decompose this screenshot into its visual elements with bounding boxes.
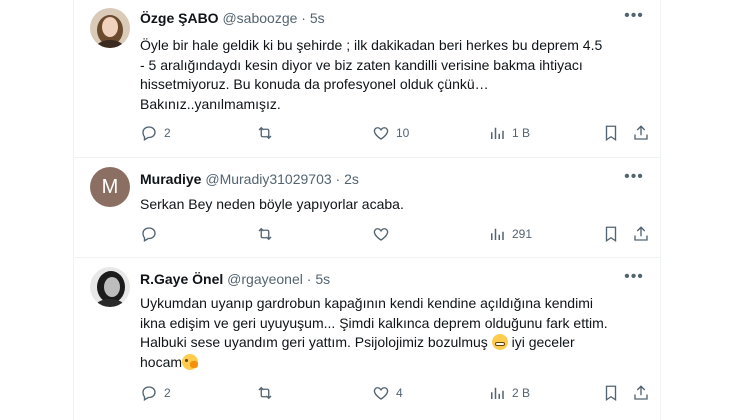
more-options-icon[interactable]: ••• (624, 269, 644, 291)
avatar[interactable]: M (90, 167, 130, 207)
views-count: 291 (512, 227, 533, 241)
bookmark-icon (605, 226, 617, 243)
tweet-header: Özge ŞABO @saboozge · 5s (140, 10, 325, 26)
timestamp[interactable]: 2s (344, 171, 359, 187)
tweet-text-segment: hocam (140, 353, 183, 370)
views-button[interactable]: 2 B (488, 383, 530, 403)
tweet-text-segment: iyi geceler (511, 334, 575, 350)
bookmark-button[interactable] (602, 123, 620, 143)
face-peeking-emoji (182, 353, 199, 370)
separator: · (301, 10, 306, 26)
bookmark-icon (605, 125, 617, 142)
tweet-text-line: Serkan Bey neden böyle yapıyorlar acaba. (140, 196, 404, 212)
tweet-actions: 2 10 1 B (140, 123, 650, 143)
separator: · (335, 171, 341, 187)
reply-icon (142, 227, 156, 242)
user-handle[interactable]: @Muradiy31029703 (205, 171, 331, 187)
tweet-header: R.Gaye Önel @rgayeonel · 5s (140, 271, 330, 287)
user-handle[interactable]: @saboozge (222, 10, 297, 26)
like-count: 10 (396, 126, 410, 140)
views-icon (491, 228, 504, 240)
separator: · (306, 271, 312, 287)
reply-button[interactable]: 2 (140, 123, 171, 143)
reply-count: 2 (164, 386, 171, 400)
tweet-text-line: Bakınız..yanılmamışız. (140, 95, 281, 112)
share-icon (634, 226, 648, 241)
tweet[interactable]: Özge ŞABO @saboozge · 5s ••• Öyle bir ha… (74, 0, 660, 158)
reply-icon (142, 386, 156, 401)
display-name[interactable]: Muradiye (140, 171, 201, 187)
more-options-icon[interactable]: ••• (624, 8, 644, 30)
display-name[interactable]: R.Gaye Önel (140, 271, 223, 287)
bookmark-icon (605, 385, 617, 402)
tweet[interactable]: M Muradiye @Muradiy31029703 · 2s ••• Ser… (74, 157, 660, 258)
like-icon (373, 228, 389, 241)
tweet-text-line: Öyle bir hale geldik ki bu şehirde ; ilk… (140, 37, 603, 53)
tweet-text-line: - 5 aralığındaydı kesin diyor ve biz zat… (140, 56, 583, 73)
views-icon (491, 127, 504, 139)
views-button[interactable]: 1 B (488, 123, 530, 143)
views-icon (491, 387, 504, 399)
timestamp[interactable]: 5s (315, 271, 330, 287)
avatar-letter: M (101, 176, 119, 198)
retweet-icon (258, 227, 272, 241)
tweet-actions: 291 (140, 224, 650, 244)
tweet-text-segment: Halbuki sese uyandım geri yattım. Psijol… (140, 334, 488, 350)
tweet-header: Muradiye @Muradiy31029703 · 2s (140, 171, 359, 187)
retweet-icon (258, 386, 272, 400)
reply-button[interactable]: 2 (140, 383, 171, 403)
like-count: 4 (396, 386, 403, 400)
views-count: 2 B (512, 386, 531, 400)
share-button[interactable] (632, 123, 650, 143)
retweet-button[interactable] (256, 224, 280, 244)
share-icon (634, 125, 648, 140)
like-button[interactable]: 10 (372, 123, 409, 143)
reply-button[interactable] (140, 224, 164, 244)
share-button[interactable] (632, 224, 650, 244)
tweet-text-line: Halbuki sese uyandım geri yattım. Psijol… (140, 333, 650, 353)
views-count: 1 B (512, 126, 531, 140)
avatar[interactable] (90, 267, 130, 307)
like-icon (373, 127, 389, 140)
retweet-button[interactable] (256, 123, 280, 143)
bookmark-button[interactable] (602, 224, 620, 244)
like-icon (373, 387, 389, 400)
display-name[interactable]: Özge ŞABO (140, 10, 219, 26)
bookmark-button[interactable] (602, 383, 620, 403)
timeline: Özge ŞABO @saboozge · 5s ••• Öyle bir ha… (73, 0, 661, 420)
tweet-text: Öyle bir hale geldik ki bu şehirde ; ilk… (140, 36, 650, 114)
retweet-button[interactable] (256, 383, 280, 403)
tweet-text-line: Uykumdan uyanıp gardrobun kapağının kend… (140, 295, 593, 311)
retweet-icon (258, 126, 272, 140)
tweet-text: Serkan Bey neden böyle yapıyorlar acaba. (140, 195, 650, 215)
views-button[interactable]: 291 (488, 224, 532, 244)
user-handle[interactable]: @rgayeonel (227, 271, 303, 287)
grimacing-face-emoji (491, 334, 508, 350)
reply-icon (142, 126, 156, 141)
tweet[interactable]: R.Gaye Önel @rgayeonel · 5s ••• Uykumdan… (74, 257, 660, 420)
more-options-icon[interactable]: ••• (624, 169, 644, 191)
avatar[interactable] (90, 8, 130, 48)
tweet-actions: 2 4 2 B (140, 383, 650, 403)
tweet-text: Uykumdan uyanıp gardrobun kapağının kend… (140, 294, 650, 372)
tweet-text-line: hocam (140, 353, 650, 373)
share-button[interactable] (632, 383, 650, 403)
like-button[interactable]: 4 (372, 383, 403, 403)
tweet-text-line: hissetmiyoruz. Bu konuda da profesyonel … (140, 76, 489, 92)
like-button[interactable] (372, 224, 396, 244)
timestamp[interactable]: 5s (310, 10, 325, 26)
tweet-text-line: ikna edişim ve geri uyuyuşum... Şimdi ka… (140, 314, 608, 331)
reply-count: 2 (164, 126, 171, 140)
share-icon (634, 385, 648, 400)
